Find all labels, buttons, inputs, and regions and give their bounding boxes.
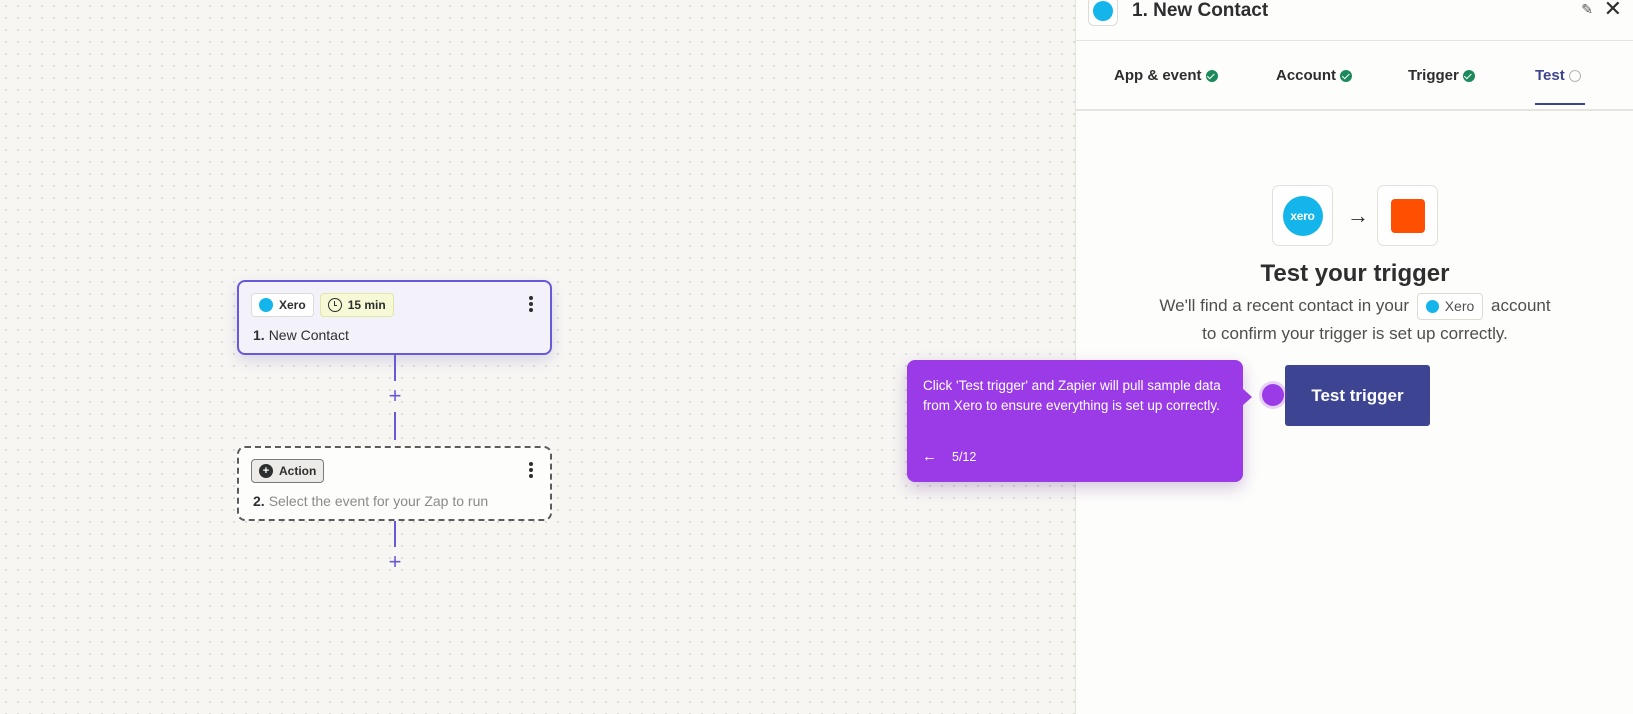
action-plus-icon: + <box>259 464 273 478</box>
guide-progress: 5/12 <box>952 450 977 464</box>
tab-account[interactable]: Account <box>1276 67 1352 101</box>
check-circle-icon <box>1340 70 1352 82</box>
connector-line <box>394 521 396 547</box>
edit-title-pencil-icon[interactable]: ✎ <box>1581 1 1593 18</box>
app-chip: Xero <box>251 293 314 317</box>
action-step-placeholder: Select the event for your Zap to run <box>268 493 489 509</box>
panel-title: 1. New Contact <box>1132 0 1269 21</box>
inline-app-label: Xero <box>1444 298 1475 315</box>
arrow-right-icon: → <box>1347 203 1369 228</box>
check-circle-icon <box>1205 70 1218 82</box>
tab-app-and-event[interactable]: App & event <box>1114 67 1218 101</box>
tab-label: Trigger <box>1408 67 1459 84</box>
test-description: We'll find a recent contact in your Xero… <box>1076 292 1633 347</box>
desc-after: account <box>1491 296 1551 315</box>
app-chip-label: Xero <box>279 298 306 312</box>
check-circle-icon <box>1462 70 1475 82</box>
test-heading: Test your trigger <box>1260 260 1450 287</box>
clock-icon <box>327 298 342 312</box>
step-number: 1. <box>253 327 265 343</box>
xero-icon <box>1425 300 1439 314</box>
action-chip-label: Action <box>279 464 317 478</box>
trigger-step-card[interactable]: Xero 15 min 1. New Contact <box>237 280 552 355</box>
step-title-text: New Contact <box>268 327 349 343</box>
zapier-logo-icon <box>1390 198 1425 233</box>
action-step-card[interactable]: + Action 2. Select the event for your Zap… <box>237 446 552 521</box>
trigger-step-menu-icon[interactable] <box>524 294 538 314</box>
close-panel-icon[interactable]: ✕ <box>1604 0 1622 22</box>
action-chip: + Action <box>251 459 325 483</box>
add-step-plus-icon[interactable]: + <box>385 385 405 407</box>
test-trigger-button[interactable]: Test trigger <box>1285 365 1430 426</box>
xero-icon <box>1093 1 1113 21</box>
add-step-plus-icon[interactable]: + <box>385 551 405 573</box>
tab-trigger[interactable]: Trigger <box>1408 67 1475 101</box>
target-app-box <box>1377 185 1438 246</box>
connector-line <box>394 412 396 440</box>
polling-time-label: 15 min <box>347 298 386 312</box>
tab-label: Test <box>1535 67 1565 84</box>
source-app-box: xero <box>1272 185 1333 246</box>
pending-circle-icon <box>1568 70 1581 82</box>
tab-label: App & event <box>1114 67 1202 84</box>
guide-tooltip: Click 'Test trigger' and Zapier will pul… <box>907 360 1252 482</box>
desc-line2: to confirm your trigger is set up correc… <box>1202 324 1508 344</box>
step-number: 2. <box>253 493 265 509</box>
action-step-menu-icon[interactable] <box>524 460 538 480</box>
guide-beacon <box>1262 384 1284 406</box>
panel-header: 1. New Contact ✎ ✕ <box>1076 0 1633 41</box>
inline-app-chip: Xero <box>1416 293 1484 321</box>
panel-tabs: App & event Account Trigger Test <box>1076 41 1633 111</box>
trigger-step-chips: Xero 15 min <box>251 293 394 317</box>
action-step-chips: + Action <box>251 459 325 483</box>
xero-logo-icon: xero <box>1282 195 1323 236</box>
xero-icon <box>259 298 273 312</box>
guide-text: Click 'Test trigger' and Zapier will pul… <box>923 378 1221 413</box>
action-step-title: 2. Select the event for your Zap to run <box>253 493 488 509</box>
connector-line <box>394 355 396 381</box>
trigger-step-title: 1. New Contact <box>253 327 349 343</box>
desc-before: We'll find a recent contact in your <box>1159 296 1409 315</box>
tab-test[interactable]: Test <box>1535 67 1585 105</box>
polling-time-chip: 15 min <box>319 293 394 317</box>
step-editor-panel: 1. New Contact ✎ ✕ App & event Account T… <box>1075 0 1633 714</box>
guide-back-arrow-icon[interactable]: ← <box>922 448 937 465</box>
panel-app-icon <box>1088 0 1118 26</box>
tab-label: Account <box>1276 67 1336 84</box>
